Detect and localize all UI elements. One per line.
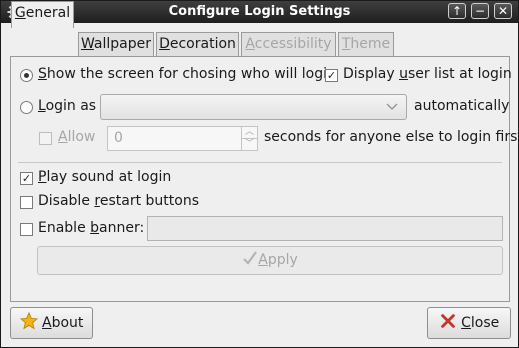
show-screen-text: how the screen for chosing who will logi… — [46, 66, 336, 82]
automatically-label: automatically — [414, 98, 510, 114]
allow-text: llow — [67, 129, 96, 145]
allow-seconds-value: 0 — [114, 130, 123, 146]
tab-decoration[interactable]: Decoration — [156, 32, 239, 56]
allow-checkbox[interactable] — [39, 132, 52, 145]
play-sound-label[interactable]: Play sound at login — [38, 169, 171, 185]
tab-mnemonic: A — [245, 36, 255, 52]
tab-label: ccessibility — [254, 36, 332, 52]
apply-mnemonic: A — [258, 252, 268, 268]
about-mnemonic: A — [42, 315, 52, 331]
spinner-up-button[interactable]: ︿ — [241, 127, 257, 139]
allow-label: Allow — [58, 129, 95, 145]
display-user-list-label[interactable]: Display user list at login — [343, 66, 512, 82]
apply-label: pply — [267, 252, 298, 268]
tab-mnemonic: D — [159, 36, 170, 52]
login-as-radio[interactable] — [20, 101, 33, 114]
checkmark-icon — [243, 251, 258, 265]
enable-banner-label[interactable]: Enable banner: — [38, 220, 144, 236]
tab-theme: Theme — [338, 32, 394, 56]
spinner-down-button[interactable]: ﹀ — [241, 139, 257, 150]
play-sound-text: lay sound at login — [46, 169, 172, 185]
close-mnemonic: C — [461, 315, 471, 331]
window-up-button[interactable]: ↑ — [448, 3, 466, 19]
enable-banner-checkbox[interactable] — [20, 223, 33, 236]
tab-accessibility: Accessibility — [241, 32, 336, 56]
star-icon — [19, 311, 38, 330]
apply-button[interactable]: Apply — [37, 246, 503, 275]
about-label: bout — [51, 315, 84, 331]
tab-wallpaper[interactable]: Wallpaper — [78, 32, 154, 56]
display-user-list-text: ser list at login — [407, 66, 512, 82]
tab-label: heme — [350, 36, 391, 52]
about-button[interactable]: About — [10, 307, 93, 339]
enable-banner-text: anner: — [99, 220, 145, 236]
window-minimize-button[interactable]: − — [471, 3, 489, 19]
chevron-down-icon — [386, 103, 398, 111]
show-screen-mnemonic: S — [38, 66, 47, 82]
close-label: lose — [470, 315, 500, 331]
tab-mnemonic: G — [14, 5, 26, 21]
window-close-button[interactable]: ✕ — [494, 3, 512, 19]
close-button[interactable]: Close — [427, 307, 511, 339]
allow-mnemonic: A — [58, 129, 68, 145]
display-user-list-mnemonic: u — [399, 66, 408, 82]
tab-label: allpaper — [93, 36, 152, 52]
window-title: Configure Login Settings — [168, 4, 351, 19]
section-divider — [18, 162, 502, 163]
seconds-label: seconds for anyone else to login first — [264, 129, 519, 145]
display-user-list-prefix: Display — [343, 66, 400, 82]
tab-label: eneral — [25, 5, 71, 21]
play-sound-checkbox[interactable]: ✓ — [20, 172, 33, 185]
disable-restart-prefix: Disable — [38, 193, 95, 209]
tab-general[interactable]: General — [11, 1, 74, 28]
title-bar[interactable]: Configure Login Settings ↑ − ✕ — [1, 1, 518, 23]
tab-label: ecoration — [169, 36, 236, 52]
banner-text-input[interactable] — [147, 216, 503, 241]
show-screen-radio[interactable] — [20, 69, 33, 82]
disable-restart-label[interactable]: Disable restart buttons — [38, 193, 199, 209]
disable-restart-text: estart buttons — [99, 193, 199, 209]
show-screen-label[interactable]: Show the screen for chosing who will log… — [38, 66, 336, 82]
display-user-list-checkbox[interactable]: ✓ — [325, 69, 338, 82]
login-as-label[interactable]: Login as — [38, 98, 96, 114]
allow-seconds-spinner[interactable]: 0 ︿ ﹀ — [107, 126, 258, 151]
close-x-icon — [440, 314, 455, 328]
enable-banner-prefix: Enable — [38, 220, 91, 236]
enable-banner-mnemonic: b — [90, 220, 100, 236]
disable-restart-checkbox[interactable] — [20, 196, 33, 209]
configure-login-settings-window: Configure Login Settings ↑ − ✕ General W… — [0, 0, 519, 348]
login-as-text: ogin as — [45, 98, 97, 114]
login-as-user-dropdown[interactable] — [100, 94, 407, 120]
login-as-mnemonic: L — [38, 98, 46, 114]
tab-mnemonic: W — [80, 36, 94, 52]
